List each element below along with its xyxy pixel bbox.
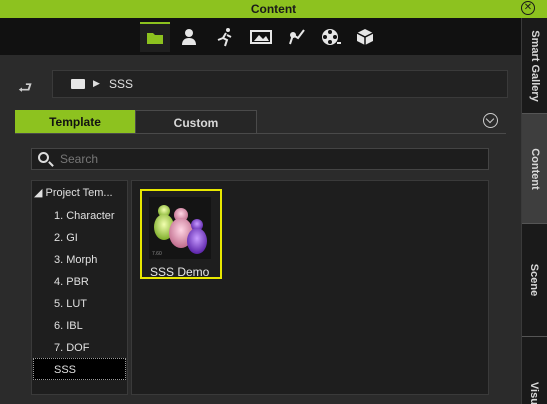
thumbnail-image: 7.60 [149, 197, 211, 259]
side-tab-visual[interactable]: Visual [522, 337, 547, 404]
tab-divider [15, 133, 506, 134]
stage-icon[interactable] [246, 22, 276, 52]
avatar-icon[interactable] [174, 22, 204, 52]
content-grid: 7.60 SSS Demo [131, 180, 489, 395]
breadcrumb-segment[interactable]: SSS [109, 77, 133, 91]
path-bar: ⮐ ▶ SSS [0, 55, 521, 110]
cube-box-icon[interactable] [350, 22, 380, 52]
props-icon[interactable] [282, 22, 312, 52]
folder-tree: ◢ Project Tem... 1. Character 2. GI 3. M… [31, 180, 128, 395]
film-reel-icon[interactable] [316, 22, 346, 52]
breadcrumb: ▶ SSS [52, 70, 508, 98]
tree-item-selected[interactable]: SSS [33, 358, 126, 380]
content-type-toolbar [0, 18, 521, 55]
folder-icon[interactable] [140, 22, 170, 52]
tree-item-label: SSS [54, 364, 77, 376]
side-tab-label: Visual [528, 381, 541, 404]
side-tab-smart-gallery[interactable]: Smart Gallery [522, 18, 547, 113]
back-arrow-icon[interactable]: ⮐ [18, 77, 32, 104]
side-tab-label: Content [528, 147, 541, 190]
window-title: Content [250, 2, 297, 16]
motion-icon[interactable] [210, 22, 240, 52]
side-tab-label: Scene [528, 263, 541, 297]
search-icon [38, 152, 49, 163]
content-item-card[interactable]: 7.60 SSS Demo [140, 189, 222, 279]
tab-template[interactable]: Template [15, 110, 135, 134]
title-bar: Content ✕ [0, 0, 547, 18]
folder-icon [71, 79, 85, 89]
side-tab-scene[interactable]: Scene [522, 224, 547, 336]
close-icon[interactable]: ✕ [521, 1, 535, 15]
thumbnail-caption: 7.60 [152, 251, 162, 257]
search-field [31, 148, 489, 170]
search-input[interactable] [60, 151, 480, 167]
tree-root-item[interactable]: ◢ Project Tem... [34, 182, 129, 204]
chevron-right-icon[interactable]: ▶ [93, 78, 100, 89]
tab-custom[interactable]: Custom [135, 110, 257, 134]
chevron-down-icon[interactable] [483, 113, 498, 128]
content-item-label: SSS Demo [150, 265, 210, 279]
side-tab-strip: Smart Gallery Content Scene Visual [521, 18, 547, 404]
side-tab-label: Smart Gallery [528, 29, 541, 102]
side-tab-content[interactable]: Content [522, 114, 547, 223]
